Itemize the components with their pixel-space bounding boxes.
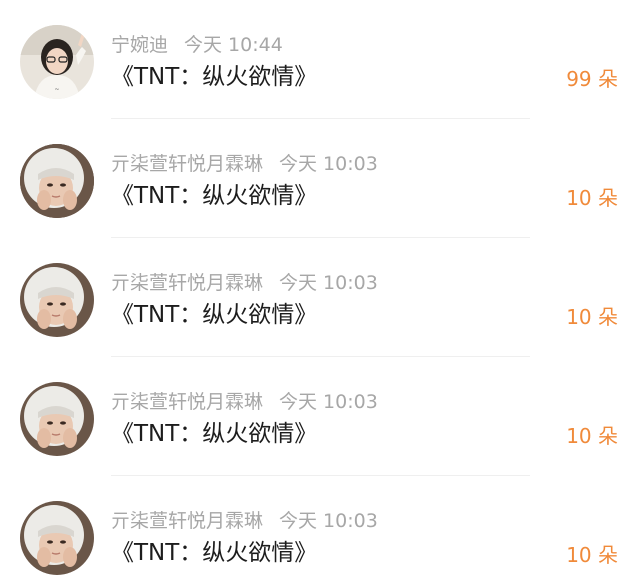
avatar[interactable]	[20, 501, 94, 575]
book-title[interactable]: 《TNT：纵火欲情》	[111, 538, 317, 568]
sender-name[interactable]: 亓柒萱轩悦月霖琳	[111, 510, 263, 532]
flower-count: 10 朵	[566, 543, 618, 567]
hooded-person-avatar-icon	[20, 144, 94, 218]
hooded-person-avatar-icon	[20, 382, 94, 456]
flower-count: 10 朵	[566, 424, 618, 448]
gift-time: 今天 10:03	[279, 510, 378, 532]
flower-count: 10 朵	[566, 305, 618, 329]
gift-meta: 亓柒萱轩悦月霖琳 今天 10:03	[111, 271, 378, 295]
list-item[interactable]: 亓柒萱轩悦月霖琳 今天 10:03 《TNT：纵火欲情》 10 朵	[0, 238, 640, 357]
gift-time: 今天 10:03	[279, 272, 378, 294]
gift-meta: 亓柒萱轩悦月霖琳 今天 10:03	[111, 509, 378, 533]
hooded-person-avatar-icon	[20, 263, 94, 337]
avatar[interactable]	[20, 144, 94, 218]
sender-name[interactable]: 宁婉迪	[111, 34, 168, 56]
gift-meta: 亓柒萱轩悦月霖琳 今天 10:03	[111, 152, 378, 176]
avatar[interactable]	[20, 382, 94, 456]
list-item[interactable]: 亓柒萱轩悦月霖琳 今天 10:03 《TNT：纵火欲情》 10 朵	[0, 119, 640, 238]
book-title[interactable]: 《TNT：纵火欲情》	[111, 419, 317, 449]
gift-time: 今天 10:03	[279, 391, 378, 413]
sender-name[interactable]: 亓柒萱轩悦月霖琳	[111, 153, 263, 175]
gift-time: 今天 10:03	[279, 153, 378, 175]
sender-name[interactable]: 亓柒萱轩悦月霖琳	[111, 272, 263, 294]
book-title[interactable]: 《TNT：纵火欲情》	[111, 62, 317, 92]
avatar[interactable]: ~	[20, 25, 94, 99]
hooded-person-avatar-icon	[20, 501, 94, 575]
flower-count: 10 朵	[566, 186, 618, 210]
gift-meta: 亓柒萱轩悦月霖琳 今天 10:03	[111, 390, 378, 414]
flower-count: 99 朵	[566, 67, 618, 91]
svg-text:~: ~	[54, 86, 59, 93]
list-item[interactable]: ~ 宁婉迪 今天 10:44 《TNT：纵火欲情》 99 朵	[0, 0, 640, 119]
sender-name[interactable]: 亓柒萱轩悦月霖琳	[111, 391, 263, 413]
girl-peace-sign-avatar-icon: ~	[20, 25, 94, 99]
gift-time: 今天 10:44	[184, 34, 283, 56]
list-item[interactable]: 亓柒萱轩悦月霖琳 今天 10:03 《TNT：纵火欲情》 10 朵	[0, 357, 640, 476]
list-item[interactable]: 亓柒萱轩悦月霖琳 今天 10:03 《TNT：纵火欲情》 10 朵	[0, 476, 640, 583]
avatar[interactable]	[20, 263, 94, 337]
gift-meta: 宁婉迪 今天 10:44	[111, 33, 283, 57]
book-title[interactable]: 《TNT：纵火欲情》	[111, 300, 317, 330]
book-title[interactable]: 《TNT：纵火欲情》	[111, 181, 317, 211]
gift-record-list: ~ 宁婉迪 今天 10:44 《TNT：纵火欲情》 99 朵 亓柒萱轩悦月霖琳 …	[0, 0, 640, 583]
